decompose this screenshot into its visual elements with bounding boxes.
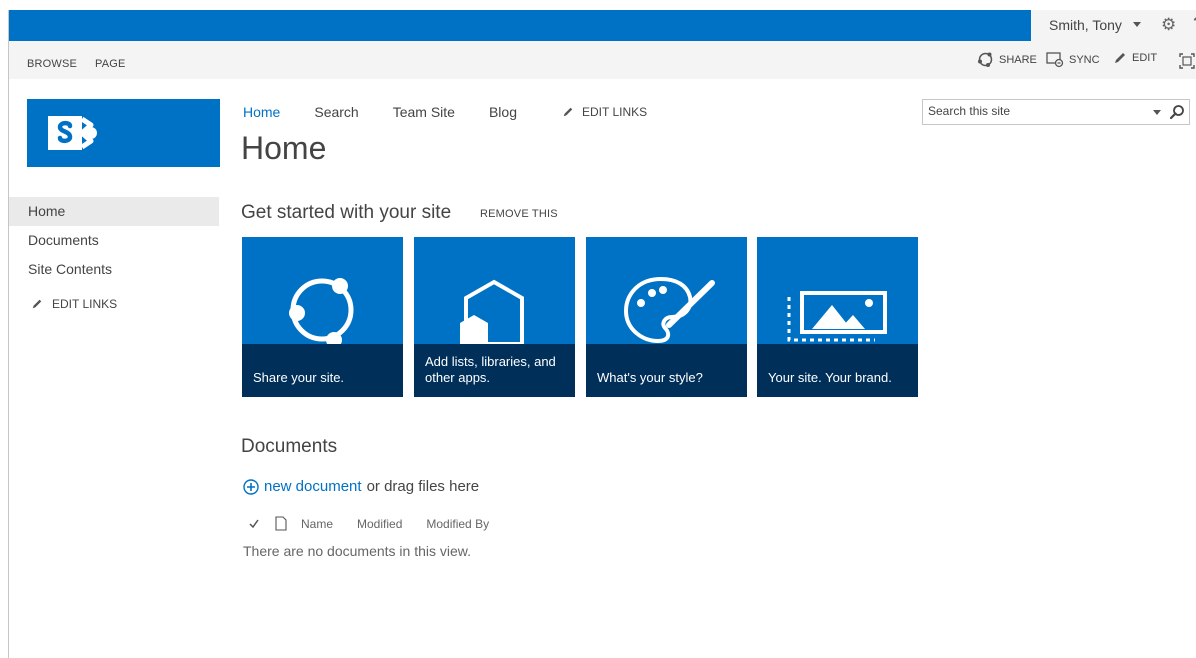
tile-add-apps[interactable]: Add lists, libraries, and other apps. [414, 237, 575, 397]
search-icon[interactable] [1169, 104, 1185, 120]
tab-page[interactable]: PAGE [95, 58, 126, 70]
window-top-frame [0, 0, 1196, 10]
ribbon: BROWSE PAGE SHARE SYNC EDIT [9, 41, 1196, 79]
empty-list-message: There are no documents in this view. [243, 543, 472, 559]
tile-brand[interactable]: Your site. Your brand. [757, 237, 918, 397]
add-icon[interactable] [243, 478, 259, 495]
site-logo[interactable] [27, 99, 220, 167]
sync-label: SYNC [1069, 53, 1100, 66]
topnav-edit-links[interactable]: EDIT LINKS [562, 105, 647, 119]
column-modified-by[interactable]: Modified By [426, 517, 489, 531]
file-type-icon [275, 516, 287, 531]
pencil-icon [1115, 53, 1125, 63]
share-label: SHARE [999, 53, 1037, 66]
new-document-link[interactable]: new document [264, 478, 362, 495]
pencil-icon [563, 107, 573, 117]
topnav-item-blog[interactable]: Blog [489, 104, 517, 120]
edit-button[interactable]: EDIT [1113, 51, 1157, 65]
tile-caption: Share your site. [242, 344, 403, 397]
picture-icon [787, 291, 887, 342]
documents-title: Documents [241, 436, 338, 457]
share-button[interactable]: SHARE [977, 51, 1037, 68]
tab-browse[interactable]: BROWSE [27, 58, 77, 70]
tile-caption: What's your style? [586, 344, 747, 397]
user-area: Smith, Tony ⚙ ? [1031, 10, 1196, 41]
new-document-row: new document or drag files here [243, 478, 479, 495]
pencil-icon [32, 299, 42, 309]
drag-files-text: or drag files here [366, 478, 480, 495]
page-title: Home [241, 130, 327, 166]
quick-launch: Home Documents Site Contents EDIT LINKS [9, 197, 219, 311]
sync-button[interactable]: SYNC [1046, 51, 1100, 68]
get-started-title: Get started with your site [241, 202, 452, 223]
gear-icon[interactable]: ⚙ [1161, 16, 1176, 34]
topnav-item-search[interactable]: Search [314, 104, 358, 120]
palette-icon [623, 276, 715, 344]
tile-caption: Add lists, libraries, and other apps. [414, 344, 575, 397]
share-icon [289, 278, 354, 344]
tile-style[interactable]: What's your style? [586, 237, 747, 397]
checkmark-icon[interactable] [248, 518, 260, 530]
share-icon [978, 52, 993, 67]
edit-label: EDIT [1132, 52, 1158, 64]
topnav-edit-links-label: EDIT LINKS [582, 105, 648, 119]
leftnav-item-documents[interactable]: Documents [9, 226, 219, 255]
leftnav-edit-links[interactable]: EDIT LINKS [9, 297, 219, 311]
topnav-item-home[interactable]: Home [243, 104, 280, 120]
search-scope-dropdown-icon[interactable] [1153, 110, 1161, 115]
suite-bar: Smith, Tony ⚙ ? [9, 10, 1196, 41]
tile-share[interactable]: Share your site. [242, 237, 403, 397]
tile-caption: Your site. Your brand. [757, 344, 918, 397]
chevron-down-icon[interactable] [1133, 22, 1141, 27]
column-name[interactable]: Name [301, 517, 333, 531]
user-menu[interactable]: Smith, Tony [1049, 17, 1122, 33]
sharepoint-logo-icon [48, 116, 97, 150]
top-nav: Home Search Team Site Blog EDIT LINKS [243, 104, 647, 120]
apps-icon [460, 279, 524, 344]
leftnav-edit-links-label: EDIT LINKS [52, 297, 118, 311]
remove-this-link[interactable]: REMOVE THIS [480, 208, 558, 220]
sync-icon [1046, 52, 1064, 68]
search-box [922, 99, 1190, 125]
focus-on-content-icon[interactable] [1179, 53, 1195, 69]
topnav-item-team-site[interactable]: Team Site [393, 104, 455, 120]
window-left-frame [0, 10, 9, 658]
column-modified[interactable]: Modified [357, 517, 402, 531]
document-list-headers: Name Modified Modified By [248, 516, 489, 531]
search-input[interactable] [928, 104, 1138, 118]
leftnav-item-site-contents[interactable]: Site Contents [9, 255, 219, 284]
leftnav-item-home[interactable]: Home [9, 197, 219, 226]
